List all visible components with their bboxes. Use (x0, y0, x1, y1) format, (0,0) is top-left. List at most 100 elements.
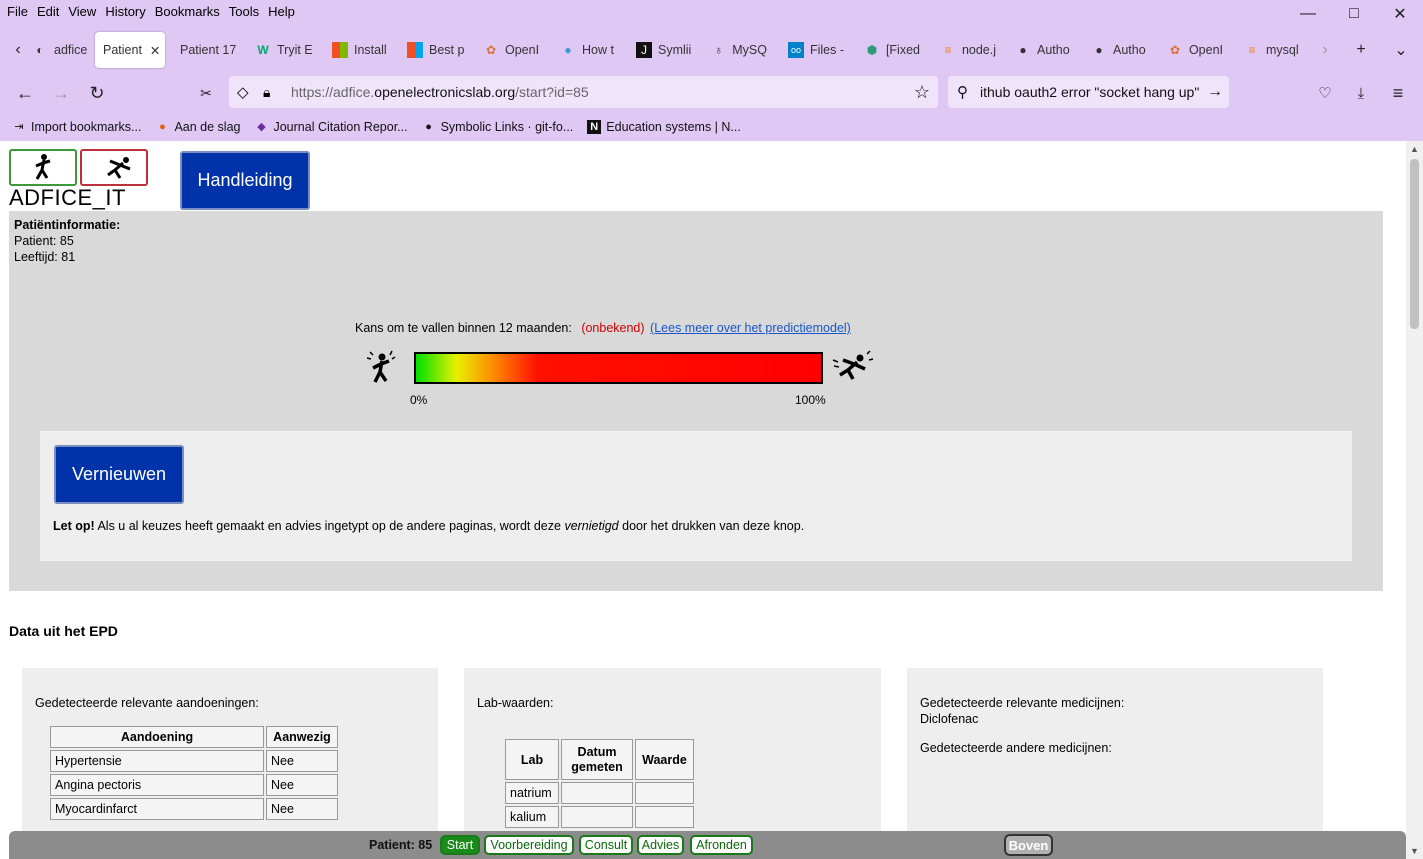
table-header: Waarde (635, 739, 694, 780)
prediction-model-link[interactable]: (Lees meer over het predictiemodel) (650, 321, 851, 335)
scroll-down-icon[interactable]: ▼ (1406, 843, 1423, 859)
table-cell: Nee (266, 750, 338, 772)
github-icon: ● (1095, 43, 1103, 57)
tab[interactable]: Install (332, 32, 390, 68)
bookmark-symbolic-links[interactable]: ● Symbolic Links · git-fo... (422, 120, 573, 134)
tab[interactable]: ⬢ [Fixed (864, 32, 920, 68)
step-start-button[interactable]: Start (440, 835, 480, 855)
tab[interactable]: Best p (407, 32, 465, 68)
tab[interactable]: ≡ node.j (940, 32, 996, 68)
tab[interactable]: ✿ OpenI (1167, 32, 1223, 68)
tab[interactable]: ● How t (560, 32, 616, 68)
fall-risk-line: Kans om te vallen binnen 12 maanden: (on… (355, 321, 851, 335)
step-voorbereiding-button[interactable]: Voorbereiding (484, 835, 574, 855)
bookmark-journal[interactable]: ◆ Journal Citation Repor... (254, 120, 407, 134)
github-icon: ● (425, 120, 432, 133)
patient-number: Patient: 85 (14, 234, 74, 248)
lock-icon[interactable]: 🔒︎ (263, 84, 270, 101)
bottom-patient-label: Patient: 85 (369, 838, 433, 852)
table-cell: Hypertensie (50, 750, 264, 772)
medicine-item: Diclofenac (920, 712, 979, 726)
section-title: Data uit het EPD (9, 623, 118, 639)
menu-history[interactable]: History (105, 4, 145, 19)
minimize-icon[interactable]: — (1285, 0, 1331, 28)
tab[interactable]: Patient 17 (180, 32, 242, 68)
tab[interactable]: ● Autho (1091, 32, 1147, 68)
fall-risk-gauge (414, 352, 823, 384)
tab-scroll-right-icon[interactable]: › (1311, 36, 1339, 64)
logo-falling-box (80, 149, 148, 186)
tab[interactable]: ● Autho (1015, 32, 1071, 68)
search-go-icon[interactable]: → (1207, 83, 1223, 101)
step-consult-button[interactable]: Consult (579, 835, 633, 855)
standing-person-icon (35, 154, 70, 180)
github-icon: ● (1019, 43, 1027, 57)
tab[interactable]: W Tryit E (255, 32, 315, 68)
tab[interactable]: ✿ OpenI (483, 32, 541, 68)
logo-standing-box (9, 149, 77, 186)
window-controls: — □ ✕ (1285, 0, 1423, 28)
handleiding-button[interactable]: Handleiding (180, 151, 310, 210)
page-scrollbar[interactable]: ▲ ▼ (1406, 141, 1423, 859)
pocket-icon[interactable]: ♡ (1310, 78, 1340, 108)
table-header-row: Lab Datum gemeten Waarde (505, 739, 694, 780)
table-row: Myocardinfarct Nee (50, 798, 338, 820)
notion-icon: N (587, 119, 602, 134)
back-icon[interactable]: ← (10, 78, 40, 108)
table-cell (635, 782, 694, 804)
tab[interactable]: oo Files - (788, 32, 844, 68)
tab[interactable]: ≡ mysql (1244, 32, 1300, 68)
step-advies-button[interactable]: Advies (637, 835, 684, 855)
nextcloud-icon: oo (788, 42, 804, 58)
menu-help[interactable]: Help (268, 4, 295, 19)
screenshot-icon[interactable]: ✂ (191, 78, 221, 108)
shield-icon[interactable]: ◇ (237, 83, 249, 101)
url-bar[interactable]: ◇ 🔒︎ https://adfice.openelectronicslab.o… (229, 76, 938, 108)
table-header: Datum gemeten (561, 739, 633, 780)
tab-scroll-left-icon[interactable]: ‹ (4, 36, 32, 64)
vernieuwen-button[interactable]: Vernieuwen (54, 445, 184, 504)
browser-chrome: File Edit View History Bookmarks Tools H… (0, 0, 1423, 141)
table-header: Aandoening (50, 726, 264, 748)
reload-icon[interactable]: ↻ (82, 78, 112, 108)
maximize-icon[interactable]: □ (1331, 0, 1377, 28)
back-to-top-button[interactable]: Boven (1004, 834, 1053, 856)
fall-risk-label: Kans om te vallen binnen 12 maanden: (355, 321, 572, 335)
bookmark-aan-de-slag[interactable]: ● Aan de slag (155, 120, 240, 134)
step-afronden-button[interactable]: Afronden (690, 835, 753, 855)
table-cell (635, 806, 694, 828)
url-text[interactable]: https://adfice.openelectronicslab.org/st… (291, 84, 589, 100)
menu-bookmarks[interactable]: Bookmarks (155, 4, 220, 19)
openai-icon: ✿ (1169, 43, 1180, 57)
close-tab-icon[interactable]: ✕ (150, 43, 160, 58)
download-icon[interactable]: ⤓ (1346, 78, 1376, 108)
bookmark-import[interactable]: ⇥ Import bookmarks... (12, 120, 141, 134)
tab[interactable]: J Symlii (636, 32, 692, 68)
scroll-up-icon[interactable]: ▲ (1406, 141, 1423, 157)
tab-active[interactable]: Patient ✕ (95, 32, 165, 68)
tab-list-icon[interactable]: ⌄ (1387, 36, 1415, 64)
menu-file[interactable]: File (7, 4, 28, 19)
hamburger-menu-icon[interactable]: ≡ (1383, 78, 1413, 108)
logo-text: ADFICE_IT (9, 185, 126, 210)
new-tab-icon[interactable]: + (1347, 36, 1375, 64)
search-text[interactable]: ithub oauth2 error "socket hang up" (980, 84, 1199, 100)
bookmark-education[interactable]: N Education systems | N... (587, 119, 741, 134)
tab[interactable]: ♁ MySQ (711, 32, 767, 68)
search-bar[interactable]: ⚲ ithub oauth2 error "socket hang up" → (948, 76, 1229, 108)
other-medicines-caption: Gedetecteerde andere medicijnen: (920, 741, 1112, 755)
search-icon: ⚲ (957, 84, 968, 101)
tab[interactable]: ◐ adfice (32, 32, 88, 68)
conditions-caption: Gedetecteerde relevante aandoeningen: (35, 696, 259, 710)
site-icon: ⬢ (866, 43, 878, 57)
site-icon: ● (564, 43, 572, 57)
menu-tools[interactable]: Tools (229, 4, 259, 19)
close-window-icon[interactable]: ✕ (1377, 0, 1423, 28)
scrollbar-thumb[interactable] (1410, 159, 1419, 329)
menu-view[interactable]: View (68, 4, 96, 19)
star-icon[interactable]: ☆ (914, 82, 930, 103)
windows-icon (332, 42, 348, 58)
forward-icon[interactable]: → (46, 78, 76, 108)
adfice-logo[interactable]: ADFICE_IT (9, 149, 149, 210)
menu-edit[interactable]: Edit (37, 4, 59, 19)
